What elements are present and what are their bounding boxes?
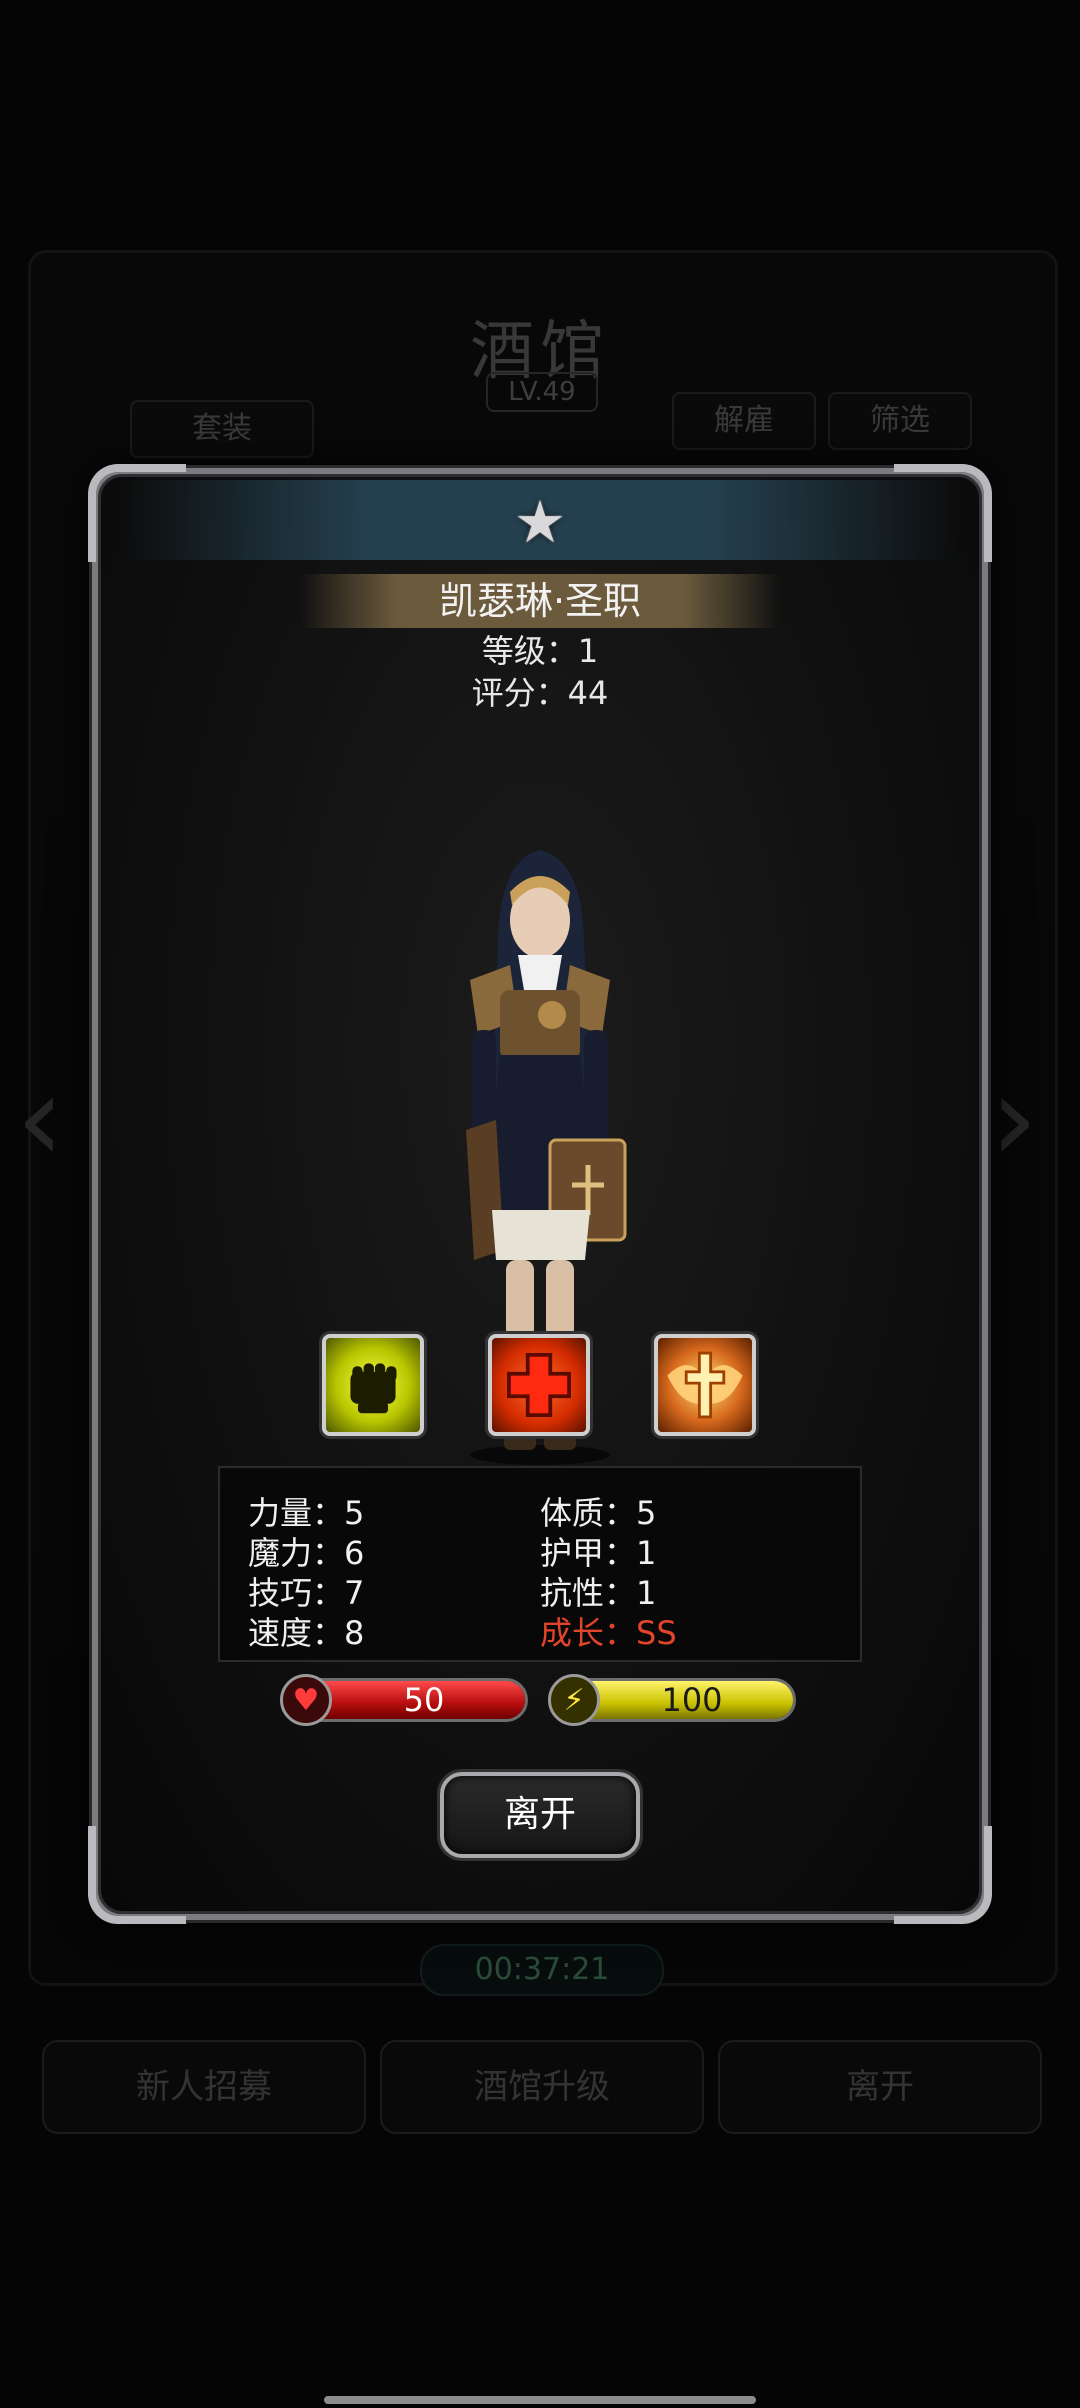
skill-fist-icon[interactable] <box>322 1334 424 1436</box>
hero-name: 凯瑟琳·圣职 <box>438 579 642 623</box>
hero-level: 等级：1 <box>481 632 599 670</box>
home-indicator[interactable] <box>324 2396 756 2404</box>
stat-speed: 速度：8 <box>248 1614 365 1652</box>
next-arrow-icon[interactable]: › <box>990 1050 1038 1189</box>
tavern-level: LV.49 <box>486 372 598 412</box>
frame-corner-ornament <box>894 1826 992 1924</box>
upgrade-tavern-button: 酒馆升级 <box>380 2040 704 2134</box>
suit-button: 套装 <box>130 400 314 458</box>
tavern-timer: 00:37:21 <box>420 1944 664 1996</box>
fist-icon <box>350 1363 397 1414</box>
filter-button: 筛选 <box>828 392 972 450</box>
holy-cross-icon <box>667 1351 743 1419</box>
leave-button[interactable]: 离开 <box>440 1772 640 1858</box>
recruit-button: 新人招募 <box>42 2040 366 2134</box>
star-icon: ★ <box>514 488 566 556</box>
previous-arrow-icon[interactable]: ‹ <box>16 1050 64 1189</box>
frame-corner-ornament <box>88 1826 186 1924</box>
stat-growth: 成长：SS <box>540 1614 677 1652</box>
hp-value: 50 <box>403 1681 445 1719</box>
cross-icon <box>507 1353 571 1417</box>
hero-score: 评分：44 <box>471 674 609 712</box>
energy-value: 100 <box>661 1681 723 1719</box>
background-leave-button: 离开 <box>718 2040 1042 2134</box>
skill-cross-icon[interactable] <box>488 1334 590 1436</box>
skill-holy-cross-icon[interactable] <box>654 1334 756 1436</box>
dismiss-button: 解雇 <box>672 392 816 450</box>
